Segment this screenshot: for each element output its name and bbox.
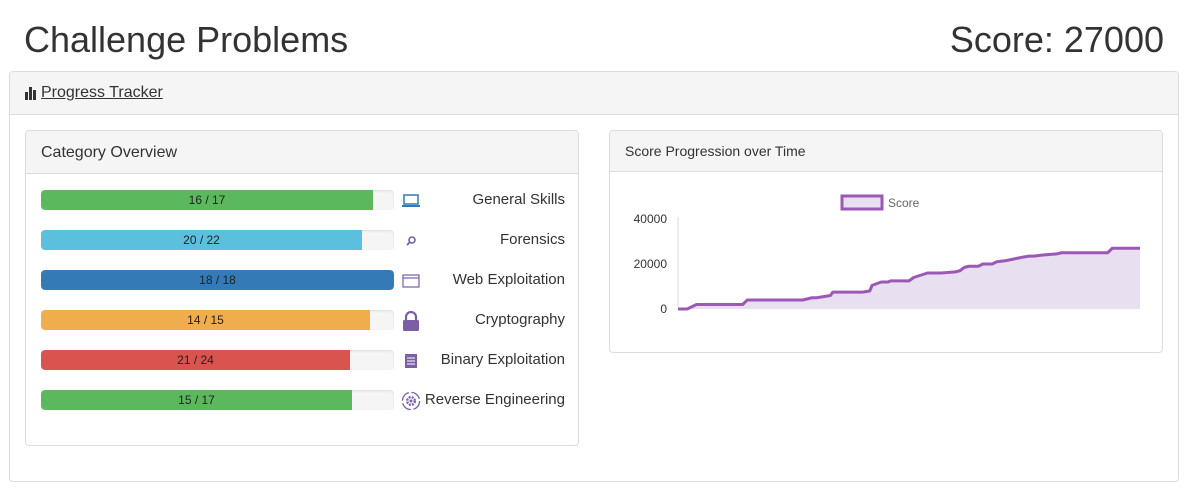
category-progress-text: 16 / 17 bbox=[188, 193, 226, 207]
progress-tracker-heading: Progress Tracker bbox=[10, 72, 1178, 115]
category-progress-text: 20 / 22 bbox=[183, 233, 220, 247]
category-progress-text: 21 / 24 bbox=[177, 353, 214, 367]
progress-tracker-toggle[interactable]: Progress Tracker bbox=[25, 84, 163, 102]
category-label: Web Exploitation bbox=[452, 271, 565, 288]
category-progress: 16 / 17 bbox=[41, 190, 394, 210]
legend-swatch bbox=[840, 194, 884, 211]
browser-window-icon bbox=[401, 271, 421, 291]
category-progress: 18 / 18 bbox=[41, 270, 394, 290]
category-label: Forensics bbox=[499, 231, 565, 248]
category-label: Cryptography bbox=[474, 311, 565, 328]
category-progress: 14 / 15 bbox=[41, 310, 394, 330]
bar-chart-icon bbox=[25, 86, 37, 100]
category-label: General Skills bbox=[472, 191, 565, 208]
category-row: 14 / 15 Cryptography bbox=[41, 310, 565, 331]
page-header: Challenge Problems Score: 27000 bbox=[0, 0, 1191, 70]
category-row: 16 / 17 General Skills bbox=[41, 190, 565, 210]
category-progress-text: 15 / 17 bbox=[178, 393, 215, 407]
binary-file-icon bbox=[401, 351, 421, 371]
y-tick-label: 0 bbox=[660, 302, 667, 316]
laptop-icon bbox=[401, 191, 421, 211]
score-progression-title: Score Progression over Time bbox=[610, 131, 1162, 172]
y-tick-label: 20000 bbox=[634, 257, 668, 271]
y-tick-label: 40000 bbox=[634, 212, 668, 226]
category-progress-text: 18 / 18 bbox=[199, 273, 236, 287]
progress-tracker-label: Progress Tracker bbox=[41, 84, 163, 101]
score-progression-panel: Score Progression over Time 40000 20000 0 S… bbox=[609, 130, 1163, 353]
category-row: 15 / 17 Reverse Engineering bbox=[41, 390, 565, 411]
page-title: Challenge Problems bbox=[24, 19, 349, 60]
category-row: 21 / 24 Binary Exploitation bbox=[41, 350, 565, 370]
category-label: Binary Exploitation bbox=[440, 351, 565, 368]
category-row: 20 / 22 Forensics bbox=[41, 230, 565, 250]
score-display: Score: 27000 bbox=[949, 19, 1164, 60]
progress-tracker-panel: Progress Tracker Category Overview 16 / … bbox=[9, 71, 1179, 482]
lock-icon bbox=[401, 311, 421, 331]
category-overview-panel: Category Overview 16 / 17 General Skills 2… bbox=[25, 130, 579, 446]
category-progress-text: 14 / 15 bbox=[187, 313, 224, 327]
category-progress: 21 / 24 bbox=[41, 350, 394, 370]
category-overview-title: Category Overview bbox=[26, 131, 578, 174]
gear-cycle-icon bbox=[401, 391, 421, 411]
search-icon bbox=[401, 231, 421, 251]
category-progress: 15 / 17 bbox=[41, 390, 394, 410]
legend-label: Score bbox=[888, 196, 920, 210]
category-row: 18 / 18 Web Exploitation bbox=[41, 270, 565, 290]
category-progress: 20 / 22 bbox=[41, 230, 394, 250]
category-label: Reverse Engineering bbox=[424, 391, 565, 408]
score-progression-chart: 40000 20000 0 Score bbox=[634, 194, 1140, 316]
